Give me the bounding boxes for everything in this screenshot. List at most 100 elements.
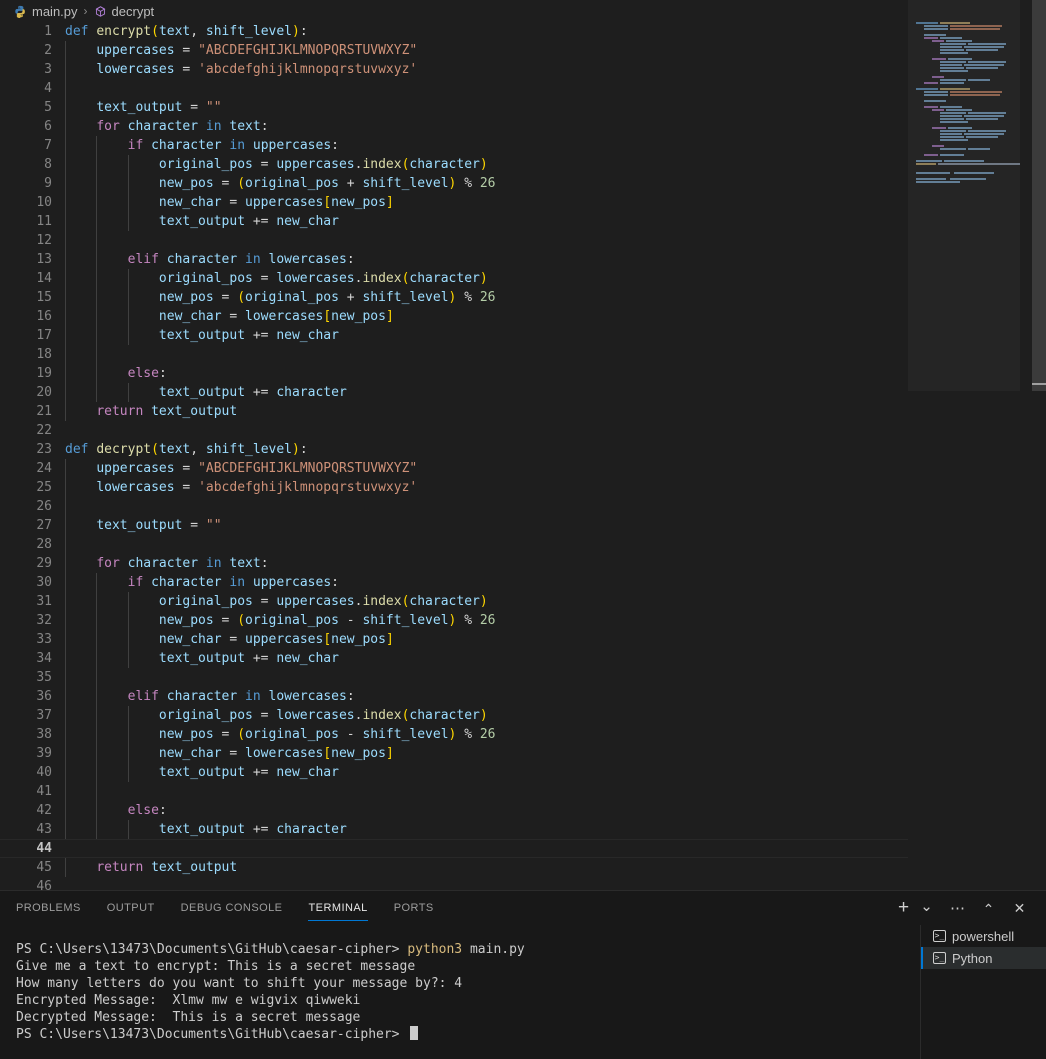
code-text: return text_output	[96, 860, 238, 875]
code-text: new_pos = (original_pos + shift_level) %…	[158, 290, 496, 305]
breadcrumb-file[interactable]: main.py	[14, 4, 78, 19]
code-line[interactable]: 11 text_output += new_char	[0, 212, 1046, 231]
code-line[interactable]: 24 uppercases = "ABCDEFGHIJKLMNOPQRSTUVW…	[0, 459, 1046, 478]
code-line[interactable]: 25 lowercases = 'abcdefghijklmnopqrstuvw…	[0, 478, 1046, 497]
minimap-line	[932, 145, 944, 147]
bottom-panel: PROBLEMS OUTPUT DEBUG CONSOLE TERMINAL PORTS…	[0, 890, 1046, 1059]
code-line[interactable]: 2 uppercases = "ABCDEFGHIJKLMNOPQRSTUVWX…	[0, 41, 1046, 60]
code-line[interactable]: 3 lowercases = 'abcdefghijklmnopqrstuvwx…	[0, 60, 1046, 79]
minimap-line	[968, 112, 1006, 114]
code-text: elif character in lowercases:	[127, 689, 355, 704]
minimap-line	[966, 118, 998, 120]
code-line[interactable]: 21 return text_output	[0, 402, 1046, 421]
code-line[interactable]: 34 text_output += new_char	[0, 649, 1046, 668]
minimap-line	[924, 34, 946, 36]
code-line[interactable]: 46	[0, 877, 1046, 890]
code-line[interactable]: 26	[0, 497, 1046, 516]
minimap[interactable]	[908, 0, 1020, 868]
code-line[interactable]: 14 original_pos = lowercases.index(chara…	[0, 269, 1046, 288]
minimap-line	[916, 163, 936, 165]
terminal-prompt: PS C:\Users\13473\Documents\GitHub\caesa…	[16, 942, 408, 957]
code-line[interactable]: 23 def decrypt(text, shift_level):	[0, 440, 1046, 459]
panel-tab-terminal[interactable]: TERMINAL	[308, 891, 368, 925]
terminal-instance-powershell[interactable]: >_ powershell	[921, 925, 1046, 947]
line-number: 6	[44, 119, 52, 134]
code-line[interactable]: 13 elif character in lowercases:	[0, 250, 1046, 269]
code-text: text_output += new_char	[158, 765, 339, 780]
code-line[interactable]: 40 text_output += new_char	[0, 763, 1046, 782]
minimap-line	[940, 64, 962, 66]
panel-tab-problems[interactable]: PROBLEMS	[16, 891, 81, 925]
panel-tab-output[interactable]: OUTPUT	[107, 891, 155, 925]
code-line[interactable]: 4	[0, 79, 1046, 98]
code-line[interactable]: 6 for character in text:	[0, 117, 1046, 136]
line-number: 27	[36, 518, 52, 533]
code-line[interactable]: 1 def encrypt(text, shift_level):	[0, 22, 1046, 41]
code-line[interactable]: 5 text_output = ""	[0, 98, 1046, 117]
code-line[interactable]: 45 return text_output	[0, 858, 1046, 877]
code-line[interactable]: 44	[0, 839, 1046, 858]
code-line[interactable]: 9 new_pos = (original_pos + shift_level)…	[0, 174, 1046, 193]
code-line[interactable]: 35	[0, 668, 1046, 687]
terminal-line: PS C:\Users\13473\Documents\GitHub\caesa…	[16, 941, 908, 958]
code-line[interactable]: 20 text_output += character	[0, 383, 1046, 402]
minimap-line	[940, 70, 968, 72]
code-line[interactable]: 7 if character in uppercases:	[0, 136, 1046, 155]
line-number: 46	[36, 879, 52, 890]
code-line[interactable]: 37 original_pos = lowercases.index(chara…	[0, 706, 1046, 725]
code-text: text_output += new_char	[158, 328, 339, 343]
new-terminal-button[interactable]: +	[895, 897, 912, 918]
panel-tab-ports[interactable]: PORTS	[394, 891, 434, 925]
indent-guide	[65, 231, 66, 250]
code-line[interactable]: 30 if character in uppercases:	[0, 573, 1046, 592]
code-line[interactable]: 8 original_pos = uppercases.index(charac…	[0, 155, 1046, 174]
code-line[interactable]: 42 else:	[0, 801, 1046, 820]
code-line[interactable]: 15 new_pos = (original_pos + shift_level…	[0, 288, 1046, 307]
code-line[interactable]: 31 original_pos = uppercases.index(chara…	[0, 592, 1046, 611]
code-text: return text_output	[96, 404, 238, 419]
code-line[interactable]: 39 new_char = lowercases[new_pos]	[0, 744, 1046, 763]
breadcrumb-symbol[interactable]: decrypt	[94, 4, 154, 19]
code-line[interactable]: 22	[0, 421, 1046, 440]
method-symbol-icon	[94, 5, 107, 18]
terminal-prompt: PS C:\Users\13473\Documents\GitHub\caesa…	[16, 1027, 408, 1042]
line-number: 11	[36, 214, 52, 229]
indent-guide	[65, 79, 66, 98]
code-line[interactable]: 12	[0, 231, 1046, 250]
terminal-profile-dropdown-icon[interactable]: ⌄	[918, 897, 935, 915]
panel-tab-debug-console[interactable]: DEBUG CONSOLE	[181, 891, 283, 925]
code-line[interactable]: 43 text_output += character	[0, 820, 1046, 839]
code-line[interactable]: 16 new_char = lowercases[new_pos]	[0, 307, 1046, 326]
code-line[interactable]: 28	[0, 535, 1046, 554]
code-line[interactable]: 36 elif character in lowercases:	[0, 687, 1046, 706]
code-line[interactable]: 41	[0, 782, 1046, 801]
line-number: 2	[44, 43, 52, 58]
code-editor[interactable]: 1 def encrypt(text, shift_level): 2 upperc…	[0, 22, 1046, 890]
code-line[interactable]: 29 for character in text:	[0, 554, 1046, 573]
code-line[interactable]: 19 else:	[0, 364, 1046, 383]
code-line[interactable]: 27 text_output = ""	[0, 516, 1046, 535]
minimap-line	[950, 25, 1002, 27]
editor-scrollbar-thumb[interactable]	[1032, 0, 1046, 391]
line-number: 3	[44, 62, 52, 77]
code-line[interactable]: 10 new_char = uppercases[new_pos]	[0, 193, 1046, 212]
code-text: new_char = uppercases[new_pos]	[158, 632, 394, 647]
line-number: 41	[36, 784, 52, 799]
panel-more-actions-icon[interactable]: ⋯	[949, 900, 966, 917]
minimap-line	[946, 109, 972, 111]
line-number: 42	[36, 803, 52, 818]
terminal-output[interactable]: PS C:\Users\13473\Documents\GitHub\caesa…	[0, 925, 908, 1059]
editor-scrollbar[interactable]	[1032, 0, 1046, 868]
code-text: original_pos = lowercases.index(characte…	[158, 708, 488, 723]
terminal-output-text: Encrypted Message: Xlmw mw e wigvix qiww…	[16, 993, 361, 1008]
terminal-instance-python[interactable]: >_ Python	[921, 947, 1046, 969]
code-line[interactable]: 38 new_pos = (original_pos - shift_level…	[0, 725, 1046, 744]
breadcrumb-file-label: main.py	[32, 3, 78, 19]
terminal-line: Decrypted Message: This is a secret mess…	[16, 1009, 908, 1026]
code-line[interactable]: 33 new_char = uppercases[new_pos]	[0, 630, 1046, 649]
maximize-panel-icon[interactable]: ⌃	[980, 901, 997, 918]
code-line[interactable]: 18	[0, 345, 1046, 364]
code-line[interactable]: 32 new_pos = (original_pos - shift_level…	[0, 611, 1046, 630]
code-line[interactable]: 17 text_output += new_char	[0, 326, 1046, 345]
close-panel-icon[interactable]: ✕	[1011, 900, 1028, 917]
